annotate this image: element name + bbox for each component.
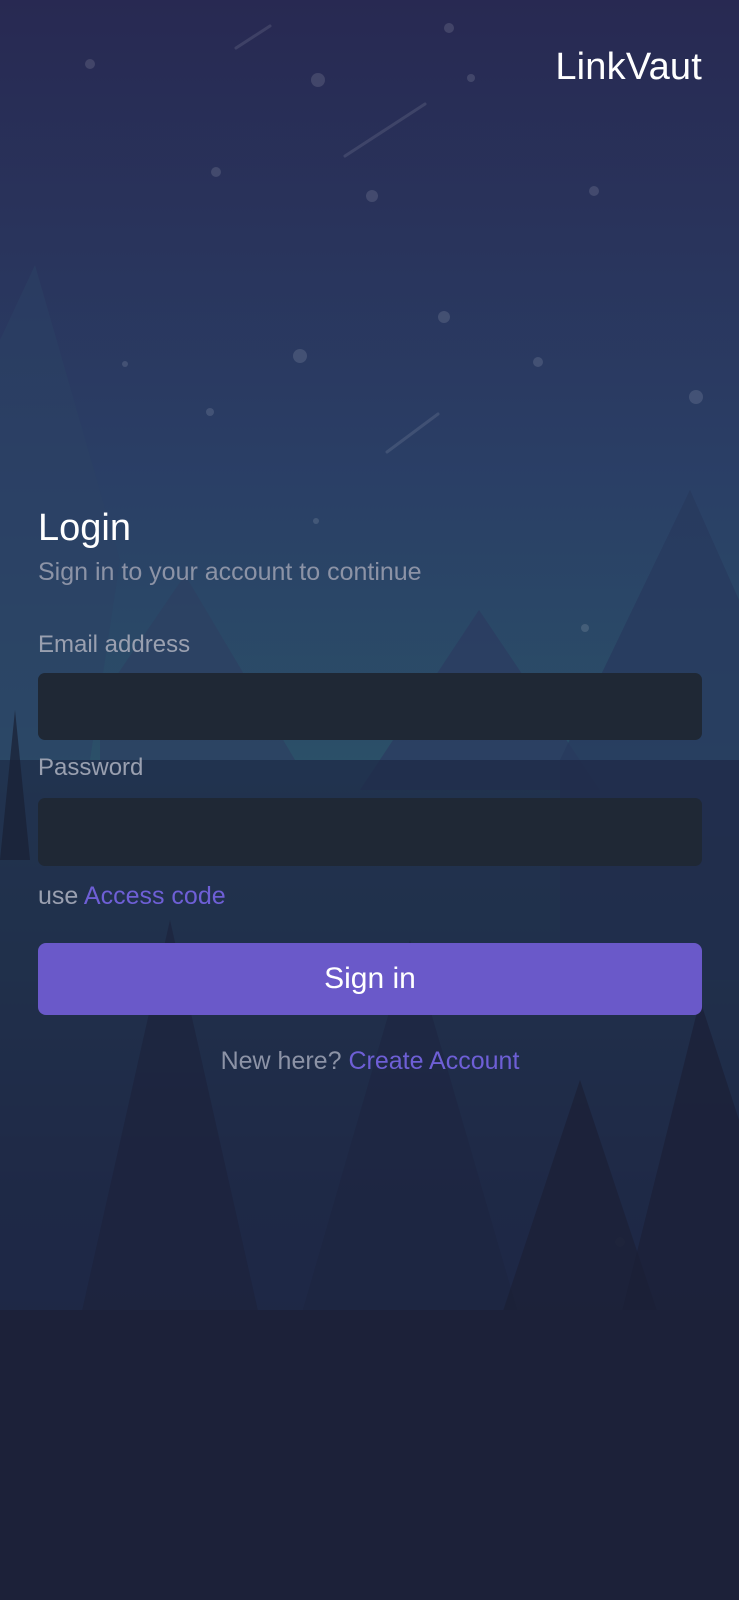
password-label: Password <box>38 754 144 781</box>
email-field[interactable] <box>38 673 702 740</box>
email-label: Email address <box>38 631 191 658</box>
new-here-text: New here? <box>220 1047 342 1075</box>
access-code-link[interactable]: Access code <box>84 882 226 910</box>
sign-in-button[interactable]: Sign in <box>38 943 702 1015</box>
password-field[interactable] <box>38 798 702 866</box>
page-subtitle: Sign in to your account to continue <box>38 558 422 586</box>
access-code-row: use Access code <box>38 882 702 911</box>
new-account-row: New here? Create Account <box>38 1047 702 1076</box>
access-prefix: use <box>38 882 79 910</box>
create-account-link[interactable]: Create Account <box>348 1047 519 1075</box>
login-form: Login Sign in to your account to continu… <box>38 500 702 1076</box>
brand-logo: LinkVaut <box>555 46 702 88</box>
page-title: Login <box>38 507 131 549</box>
